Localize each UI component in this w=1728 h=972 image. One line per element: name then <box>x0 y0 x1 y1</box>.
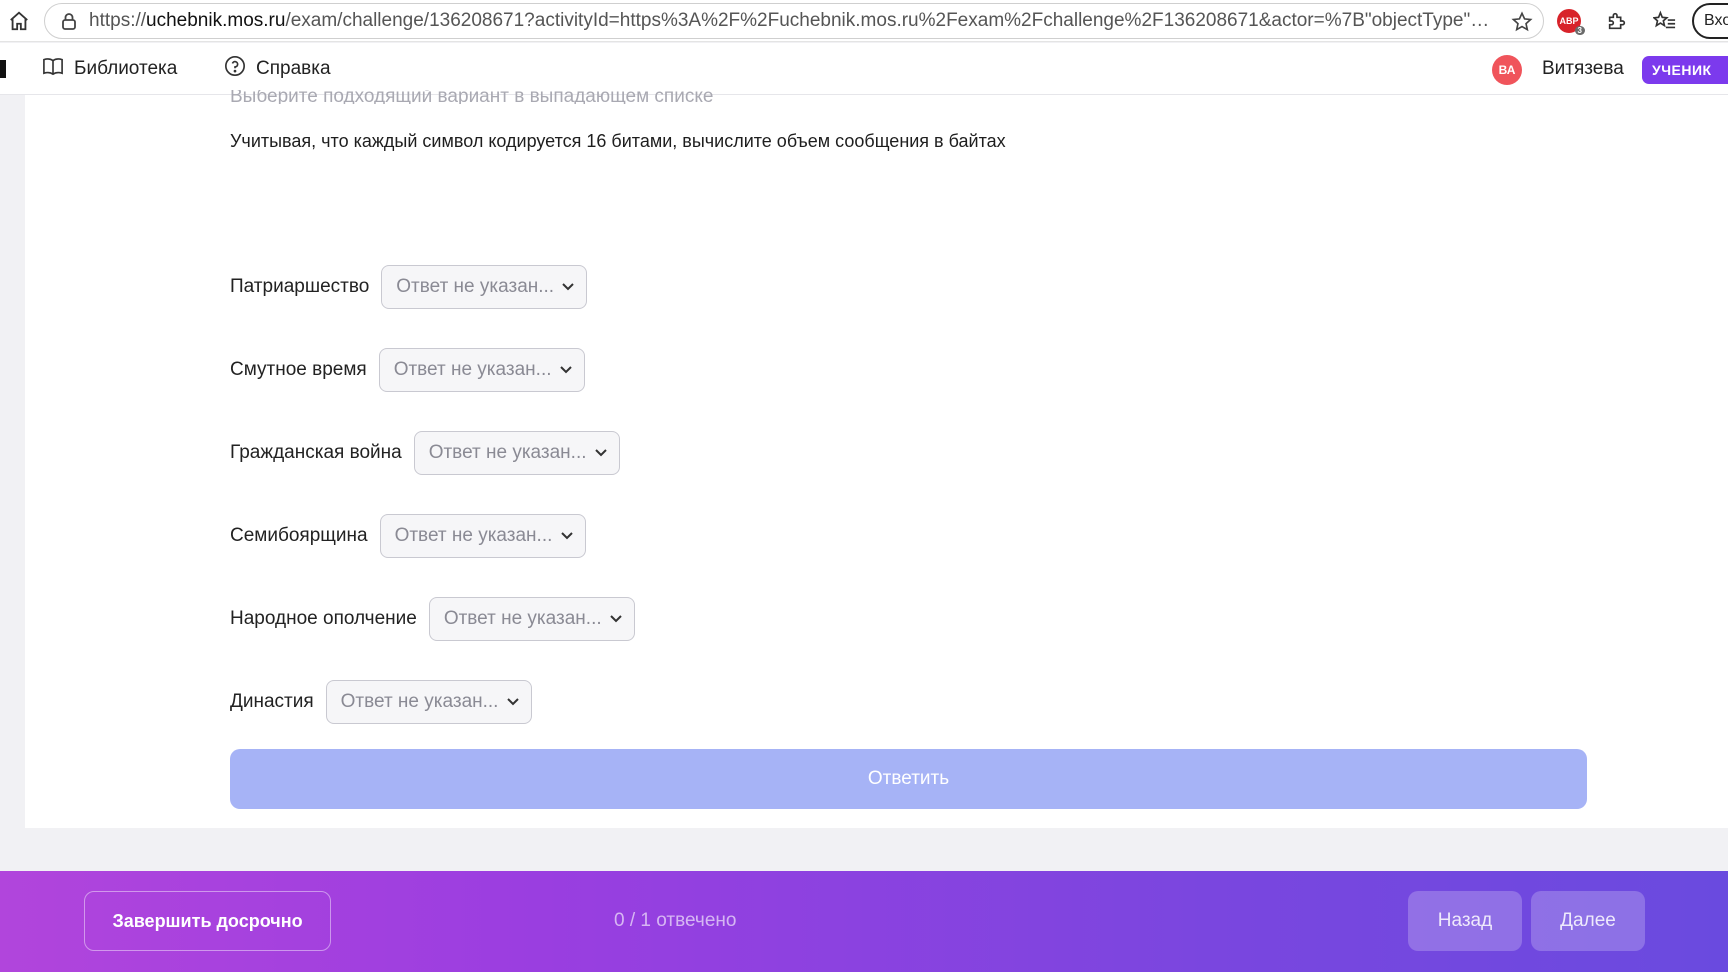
chevron-down-icon <box>560 279 576 295</box>
chevron-down-icon <box>558 362 574 378</box>
answer-select[interactable]: Ответ не указан... <box>379 514 586 558</box>
answer-select[interactable]: Ответ не указан... <box>381 265 588 309</box>
task-question: Учитывая, что каждый символ кодируется 1… <box>230 131 1006 151</box>
nav-help[interactable]: Справка <box>224 43 331 95</box>
lock-icon[interactable] <box>59 11 79 31</box>
finish-early-button[interactable]: Завершить досрочно <box>84 891 331 951</box>
answer-select[interactable]: Ответ не указан... <box>325 680 532 724</box>
answer-select[interactable]: Ответ не указан... <box>378 348 585 392</box>
match-label: Семибоярщина <box>230 525 368 546</box>
url-text[interactable]: https://uchebnik.mos.ru/exam/challenge/1… <box>89 10 1543 32</box>
submit-answer-button[interactable]: Ответить <box>230 749 1587 809</box>
match-label: Гражданская война <box>230 442 402 463</box>
next-button[interactable]: Далее <box>1531 891 1645 951</box>
favorites-list-icon[interactable] <box>1651 7 1679 35</box>
browser-toolbar: https://uchebnik.mos.ru/exam/challenge/1… <box>0 0 1728 42</box>
address-bar[interactable]: https://uchebnik.mos.ru/exam/challenge/1… <box>44 3 1544 39</box>
chevron-down-icon <box>559 528 575 544</box>
question-circle-icon <box>224 55 246 83</box>
answer-select[interactable]: Ответ не указан... <box>413 431 620 475</box>
match-label: Народное ополчение <box>230 608 417 629</box>
answered-progress: 0 / 1 отвечено <box>614 910 737 931</box>
match-row: Смутное время Ответ не указан... <box>230 348 585 392</box>
role-badge: УЧЕНИК <box>1642 56 1728 84</box>
match-row: Гражданская война Ответ не указан... <box>230 431 620 475</box>
extensions-puzzle-icon[interactable] <box>1603 7 1631 35</box>
task-hint: Выберите подходящий вариант в выпадающем… <box>230 90 714 104</box>
nav-library[interactable]: Библиотека <box>42 43 177 95</box>
site-header: Библиотека Справка ВА Витязева УЧЕНИК <box>0 43 1728 95</box>
exam-footer: Завершить досрочно 0 / 1 отвечено Назад … <box>0 871 1728 972</box>
match-row: Народное ополчение Ответ не указан... <box>230 597 635 641</box>
bookmark-star-icon[interactable] <box>1511 11 1533 33</box>
user-name[interactable]: Витязева <box>1542 43 1624 95</box>
chevron-down-icon <box>505 694 521 710</box>
match-label: Династия <box>230 691 314 712</box>
avatar[interactable]: ВА <box>1492 55 1522 85</box>
home-icon[interactable] <box>6 8 32 34</box>
match-label: Патриаршество <box>230 276 370 297</box>
extension-badge-count: 3 <box>1574 26 1585 35</box>
match-row: Патриаршество Ответ не указан... <box>230 265 588 309</box>
chevron-down-icon <box>608 611 624 627</box>
match-label: Смутное время <box>230 359 367 380</box>
browser-login-button[interactable]: Вхо <box>1692 3 1728 39</box>
match-row: Семибоярщина Ответ не указан... <box>230 514 586 558</box>
back-button[interactable]: Назад <box>1408 891 1522 951</box>
answer-select[interactable]: Ответ не указан... <box>428 597 635 641</box>
task-card: Выберите подходящий вариант в выпадающем… <box>25 90 1728 828</box>
book-icon <box>42 56 64 82</box>
site-logo[interactable] <box>0 60 6 78</box>
chevron-down-icon <box>593 445 609 461</box>
match-row: Династия Ответ не указан... <box>230 680 532 724</box>
adblock-extension-icon[interactable]: ABP 3 <box>1555 7 1585 35</box>
